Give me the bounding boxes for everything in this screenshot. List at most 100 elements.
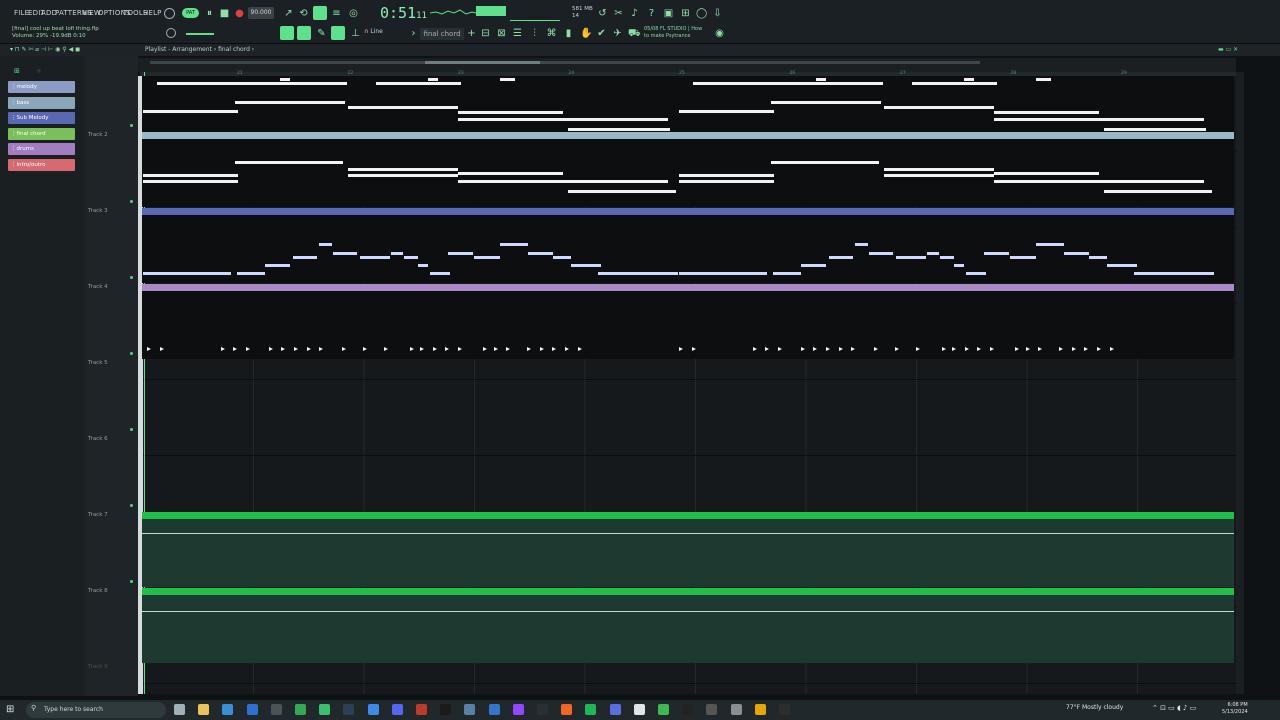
- plugin-picker-icon[interactable]: ▮: [563, 28, 574, 39]
- pause-icon[interactable]: ⏸: [204, 8, 215, 19]
- undo-icon[interactable]: ↺: [597, 8, 608, 19]
- connect-icon[interactable]: ✈: [612, 28, 623, 39]
- xbox-icon[interactable]: [319, 704, 331, 715]
- track-mute-dot[interactable]: [130, 200, 133, 203]
- pattern-item[interactable]: ⋮final chord: [8, 127, 75, 140]
- snap-selector[interactable]: ∩ Line: [364, 28, 383, 35]
- vertical-scrollbar[interactable]: [1236, 72, 1244, 694]
- minecraft-icon[interactable]: [658, 704, 669, 715]
- arrow-right-icon[interactable]: ›: [408, 28, 419, 39]
- cart-icon[interactable]: ⛟: [628, 28, 641, 39]
- track-label[interactable]: Track 5: [88, 360, 108, 366]
- mixer-sliders-icon[interactable]: ⫶: [529, 28, 540, 39]
- obs-icon[interactable]: [609, 704, 621, 715]
- save-icon[interactable]: ▣: [663, 8, 674, 19]
- track-label[interactable]: Track 4: [88, 284, 108, 290]
- magnet-snap-button[interactable]: [331, 26, 345, 40]
- window-controls[interactable]: ▬ ▭ ✕: [1218, 46, 1238, 53]
- help-icon[interactable]: ?: [646, 8, 657, 19]
- online-icon[interactable]: ◉: [714, 28, 725, 39]
- settings-icon[interactable]: [270, 704, 282, 715]
- fl-taskbar-icon[interactable]: [754, 704, 766, 715]
- spotify-icon[interactable]: [585, 704, 597, 715]
- store-icon[interactable]: [222, 704, 234, 715]
- taskbar-search[interactable]: Type here to search: [26, 702, 166, 718]
- pencil-icon[interactable]: ✎: [316, 28, 327, 39]
- piano-roll-icon[interactable]: ⊠: [496, 28, 507, 39]
- pattern-item[interactable]: ⋮drums: [8, 143, 75, 155]
- chrome-icon[interactable]: [295, 704, 306, 715]
- weather-widget[interactable]: 77°F Mostly cloudy: [1066, 704, 1123, 711]
- pattern-item[interactable]: ⋮melody: [8, 81, 75, 93]
- touch-keyboard-icon[interactable]: ✋: [580, 28, 592, 39]
- app-icon[interactable]: [416, 704, 427, 715]
- terminal-icon[interactable]: [440, 704, 452, 715]
- clip-header[interactable]: [678, 208, 1234, 215]
- step-edit-button[interactable]: [313, 6, 327, 20]
- master-pitch-slider[interactable]: [510, 5, 560, 21]
- cmd-icon[interactable]: [682, 704, 694, 715]
- pattern-song-toggle[interactable]: PAT: [182, 8, 199, 18]
- browser-icon[interactable]: ⌘: [546, 28, 557, 39]
- clip-header[interactable]: [142, 132, 678, 139]
- chrome-dev-icon[interactable]: [488, 704, 500, 715]
- cut-icon[interactable]: ✂: [613, 8, 624, 19]
- track-mute-dot[interactable]: [130, 352, 133, 355]
- picker-add-icon[interactable]: +: [36, 67, 42, 75]
- edge-icon[interactable]: [367, 704, 379, 715]
- menu-file[interactable]: FILE: [14, 9, 29, 17]
- track-label[interactable]: Track 9: [88, 664, 108, 670]
- fl-studio-active-icon[interactable]: [779, 704, 790, 715]
- plugin-icon[interactable]: ⊞: [680, 8, 691, 19]
- view-pianoroll-button[interactable]: [297, 26, 311, 40]
- blend-icon[interactable]: ≡: [331, 8, 342, 19]
- track-mute-dot[interactable]: [130, 276, 133, 279]
- gear2-icon[interactable]: [730, 704, 742, 715]
- view-playlist-button[interactable]: [280, 26, 294, 40]
- horizontal-scrollbar[interactable]: [150, 61, 980, 64]
- photos-icon[interactable]: [464, 704, 476, 715]
- wait-icon[interactable]: ↗: [283, 8, 294, 19]
- channel-rack-icon[interactable]: ☰: [512, 28, 523, 39]
- loop-record-icon[interactable]: ⟲: [298, 8, 309, 19]
- master-volume-knob[interactable]: [166, 28, 176, 38]
- steam-icon[interactable]: [343, 704, 355, 715]
- master-volume-slider[interactable]: [186, 33, 214, 35]
- clip-header[interactable]: [142, 208, 678, 215]
- add-pattern-icon[interactable]: +: [466, 28, 477, 39]
- pattern-selector[interactable]: final chord: [420, 28, 464, 40]
- track-label[interactable]: Track 7: [88, 512, 108, 518]
- track-mute-dot[interactable]: [130, 580, 133, 583]
- pattern-item[interactable]: ⋮bass: [8, 96, 75, 109]
- mail-icon[interactable]: [246, 704, 258, 715]
- clip-header[interactable]: [142, 588, 1234, 595]
- track-label[interactable]: Track 6: [88, 436, 108, 442]
- system-tray-icons[interactable]: ⌃ ⊡ ▭ ◖ ♪ ▭: [1152, 704, 1196, 712]
- track-mute-dot[interactable]: [130, 504, 133, 507]
- discord-icon[interactable]: [391, 704, 403, 715]
- clip-header[interactable]: [142, 284, 1234, 291]
- stamp-icon[interactable]: ⊥: [350, 28, 361, 39]
- playlist-tools-icons[interactable]: ▾ ⊓ ✎ ✄ ⌀ ⊣ ⊢ ◉ ⚲ ◀ ◼: [10, 46, 80, 53]
- record-icon[interactable]: ●: [234, 8, 245, 19]
- metronome-dial-icon[interactable]: [164, 8, 175, 19]
- office-icon[interactable]: [561, 704, 573, 715]
- chat-icon[interactable]: ◯: [696, 8, 707, 19]
- track-mute-dot[interactable]: [130, 124, 133, 127]
- download-icon[interactable]: ⇩: [712, 8, 723, 19]
- file-explorer-icon[interactable]: [198, 704, 210, 715]
- clip-header[interactable]: [142, 512, 1234, 519]
- tool-icon[interactable]: [706, 704, 718, 715]
- track-label[interactable]: Track 2: [88, 132, 108, 138]
- mic-icon[interactable]: ♪: [629, 8, 640, 19]
- mixer-icon[interactable]: ⊟: [480, 28, 491, 39]
- picker-icon[interactable]: ⊞: [14, 67, 20, 75]
- track-label[interactable]: Track 3: [88, 208, 108, 214]
- menu-help[interactable]: HELP: [143, 9, 162, 17]
- windows-start-icon[interactable]: ⊞: [6, 704, 14, 715]
- track-label[interactable]: Track 8: [88, 588, 108, 594]
- calculator-icon[interactable]: [537, 704, 548, 715]
- stop-icon[interactable]: ■: [219, 8, 230, 19]
- marker-icon[interactable]: ✔: [596, 28, 607, 39]
- automation-bass-body[interactable]: [142, 595, 1234, 663]
